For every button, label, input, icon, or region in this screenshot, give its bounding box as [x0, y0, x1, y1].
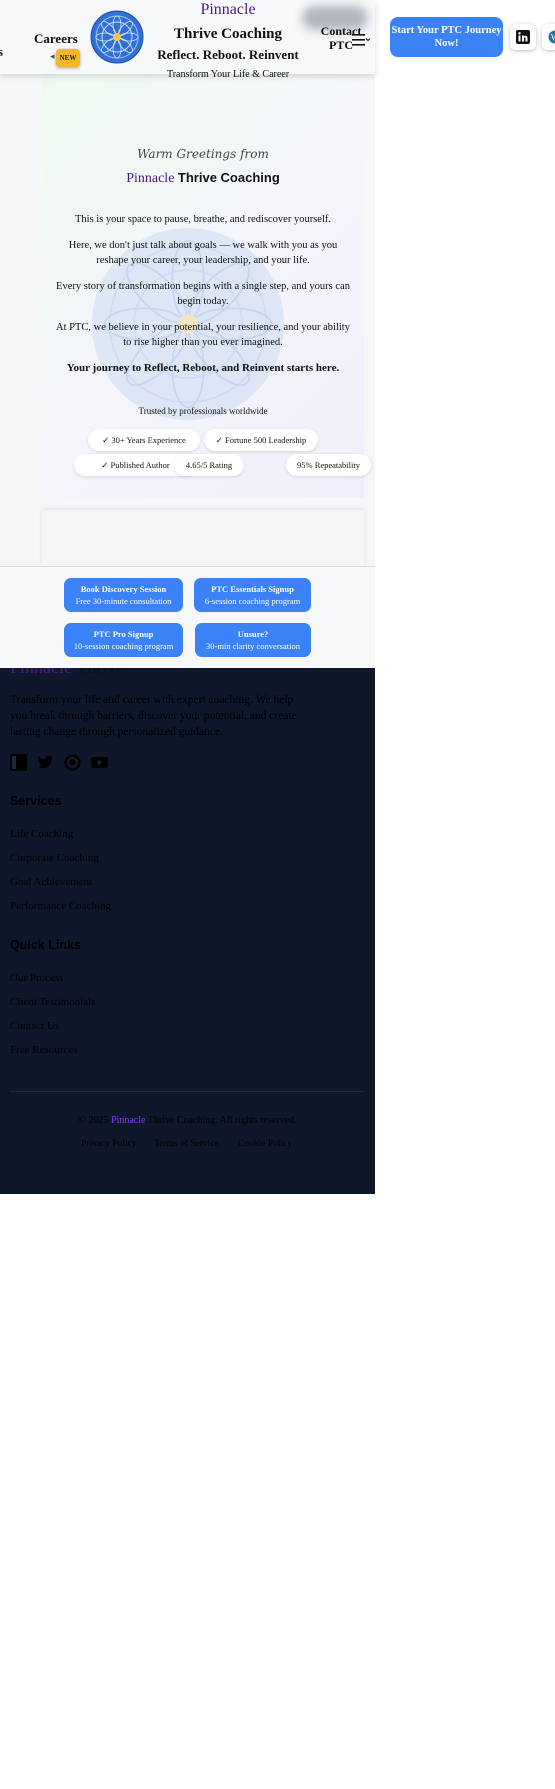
- linkedin-icon[interactable]: [10, 754, 27, 771]
- brand-block[interactable]: Pinnacle Thrive Coaching Reflect. Reboot…: [150, 0, 306, 82]
- brand-subtagline: Transform Your Life & Career: [166, 69, 290, 80]
- ptc-pro-button[interactable]: PTC Pro Signup 10-session coaching progr…: [64, 623, 183, 657]
- new-badge: NEW: [56, 49, 80, 67]
- copyright-brand: Pinnacle: [110, 1115, 146, 1126]
- services-heading: Services: [10, 794, 62, 808]
- privacy-policy-link[interactable]: Privacy Policy: [81, 1139, 137, 1149]
- quicklinks-heading: Quick Links: [10, 938, 81, 952]
- button-title: PTC Essentials Signup: [211, 584, 294, 594]
- linkedin-link[interactable]: [510, 24, 536, 50]
- footer-link-life-coaching[interactable]: Life Coaching: [10, 828, 73, 840]
- caret-left-icon: ◂: [50, 51, 55, 61]
- ptc-essentials-button[interactable]: PTC Essentials Signup 6-session coaching…: [194, 578, 311, 612]
- footer-divider: [10, 1091, 365, 1092]
- start-journey-button[interactable]: Start Your PTC Journey Now!: [390, 17, 503, 57]
- greeting-brand-pinnacle: Pinnacle: [126, 171, 175, 186]
- chip-repeatability: 95% Repeatability: [286, 454, 371, 476]
- footer-description: Transform your life and career with expe…: [10, 694, 297, 738]
- book-discovery-button[interactable]: Book Discovery Session Free 30-minute co…: [64, 578, 183, 612]
- footer-link-goal-achievement[interactable]: Goal Achievement: [10, 876, 92, 888]
- footer-social: [10, 754, 108, 772]
- chip-fortune500: ✓ Fortune 500 Leadership: [204, 429, 318, 451]
- linkedin-icon: [516, 30, 530, 44]
- button-title: PTC Pro Signup: [93, 629, 154, 639]
- button-subtitle: 10-session coaching program: [73, 641, 174, 651]
- footer-link-our-process[interactable]: Our Process: [10, 972, 63, 984]
- greeting-brand: Pinnacle Thrive Coaching: [42, 170, 364, 187]
- brand-tagline: Reflect. Reboot. Reinvent: [157, 47, 299, 62]
- nav-item-truncated[interactable]: s: [0, 44, 3, 60]
- copyright-prefix: © 2025: [78, 1115, 109, 1126]
- hero-paragraph: Every story of transformation begins wit…: [56, 281, 350, 307]
- wordpress-icon: W: [548, 30, 555, 44]
- brand-thrive: Thrive Coaching: [174, 26, 282, 42]
- youtube-icon[interactable]: [91, 754, 108, 771]
- wordpress-link[interactable]: W: [542, 24, 555, 50]
- greeting-text: Warm Greetings from: [137, 147, 269, 161]
- hero-paragraph: Here, we don't just talk about goals — w…: [68, 240, 338, 266]
- twitter-icon[interactable]: [37, 754, 54, 771]
- hero-paragraph: At PTC, we believe in your potential, yo…: [56, 322, 350, 348]
- unsure-button[interactable]: Unsure? 30-min clarity conversation: [195, 623, 311, 657]
- brand-pinnacle: Pinnacle: [200, 1, 256, 18]
- chip-rating: 4.65/5 Rating: [174, 454, 244, 476]
- footer-link-testimonials[interactable]: Client Testimonials: [10, 996, 96, 1008]
- hamburger-menu-icon[interactable]: [352, 33, 370, 47]
- mandala-logo-icon[interactable]: [90, 10, 144, 64]
- footer-link-performance-coaching[interactable]: Performance Coaching: [10, 900, 111, 912]
- greeting-brand-thrive: Thrive Coaching: [177, 170, 280, 185]
- footer-link-corporate-coaching[interactable]: Corporate Coaching: [10, 852, 99, 864]
- copyright-suffix: Thrive Coaching. All rights reserved.: [147, 1115, 297, 1126]
- sticky-cta-bar: Book Discovery Session Free 30-minute co…: [0, 566, 375, 668]
- secondary-card: [42, 510, 364, 566]
- button-subtitle: Free 30-minute consultation: [75, 596, 172, 606]
- site-footer: Pinnacle Thrive Transform your life and …: [0, 657, 375, 1194]
- wordpress-icon[interactable]: [64, 754, 81, 771]
- button-subtitle: 6-session coaching program: [204, 596, 301, 606]
- chip-experience: ✓ 30+ Years Experience: [88, 429, 200, 451]
- svg-text:W: W: [551, 33, 555, 43]
- button-subtitle: 30-min clarity conversation: [206, 641, 300, 651]
- hero-strong-line: Your journey to Reflect, Reboot, and Rei…: [66, 362, 340, 374]
- button-title: Unsure?: [237, 629, 269, 639]
- button-title: Book Discovery Session: [80, 584, 167, 594]
- copyright: © 2025 Pinnacle Thrive Coaching. All rig…: [0, 1115, 375, 1126]
- site-header: s Careers ◂ NEW Pinnacle Thrive Coaching…: [0, 0, 375, 80]
- cookie-policy-link[interactable]: Cookie Policy: [238, 1139, 292, 1149]
- terms-link[interactable]: Terms of Service: [154, 1139, 219, 1149]
- nav-item-careers[interactable]: Careers: [34, 31, 78, 47]
- footer-link-free-resources[interactable]: Free Resources: [10, 1044, 78, 1056]
- hero-paragraph: This is your space to pause, breathe, an…: [75, 214, 331, 225]
- footer-link-contact-us[interactable]: Contact Us: [10, 1020, 59, 1032]
- trusted-caption: Trusted by professionals worldwide: [138, 406, 268, 416]
